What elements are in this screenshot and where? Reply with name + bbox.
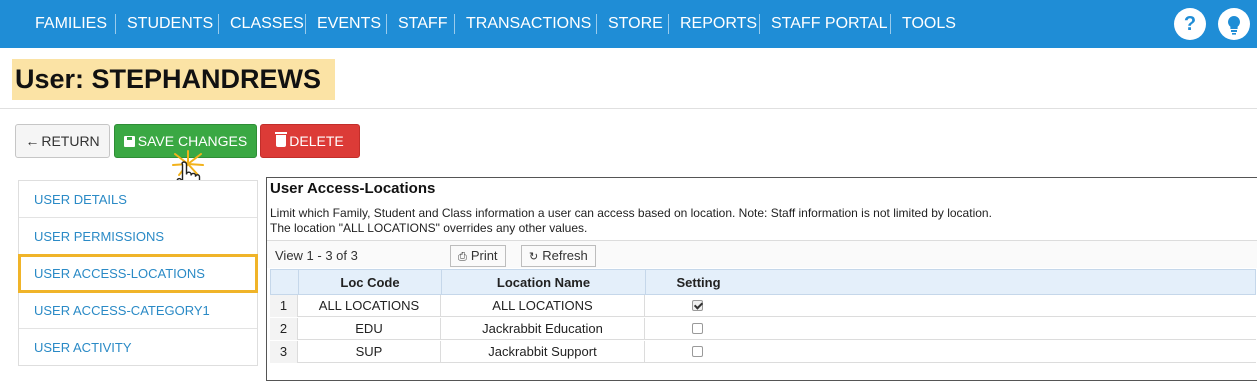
sidebar-item-user-details[interactable]: USER DETAILS (19, 181, 257, 218)
loc-code-cell: ALL LOCATIONS (298, 295, 441, 317)
row-number: 3 (270, 341, 298, 363)
setting-cell (645, 341, 750, 363)
setting-checkbox[interactable] (692, 300, 703, 311)
return-button-label: RETURN (41, 133, 100, 149)
nav-classes[interactable]: CLASSES (230, 14, 304, 34)
panel-description: Limit which Family, Student and Class in… (270, 206, 992, 236)
sidebar-item-user-access-category1[interactable]: USER ACCESS-CATEGORY1 (19, 292, 257, 329)
location-name-cell: Jackrabbit Education (441, 318, 645, 340)
grid-header-rownum (271, 270, 299, 295)
delete-button-label: DELETE (289, 133, 344, 149)
sidebar-item-user-permissions[interactable]: USER PERMISSIONS (19, 218, 257, 255)
location-name-cell: ALL LOCATIONS (441, 295, 645, 317)
nav-separator (890, 14, 891, 34)
nav-separator (218, 14, 219, 34)
nav-separator (668, 14, 669, 34)
refresh-button[interactable]: ↻ Refresh (521, 245, 596, 267)
header-divider (0, 108, 1257, 109)
view-count: View 1 - 3 of 3 (275, 248, 358, 263)
save-icon (123, 136, 135, 147)
setting-cell (645, 318, 750, 340)
arrow-left-icon: ← (25, 133, 40, 149)
nav-store[interactable]: STORE (608, 14, 663, 34)
grid-header-loc-code[interactable]: Loc Code (299, 270, 442, 295)
grid-header-setting[interactable]: Setting (646, 270, 751, 295)
nav-separator (596, 14, 597, 34)
table-row: 2 EDU Jackrabbit Education (270, 318, 1256, 340)
top-navigation-bar: FAMILIES STUDENTS CLASSES EVENTS STAFF T… (0, 0, 1257, 48)
print-icon: ⎙ (458, 251, 467, 263)
loc-code-cell: EDU (298, 318, 441, 340)
nav-reports[interactable]: REPORTS (680, 14, 757, 34)
grid-header-row: Loc Code Location Name Setting (270, 269, 1256, 295)
table-row: 3 SUP Jackrabbit Support (270, 341, 1256, 363)
nav-families[interactable]: FAMILIES (35, 14, 107, 34)
user-access-locations-panel: User Access-Locations Limit which Family… (266, 177, 1257, 381)
lightbulb-icon-glyph (1228, 16, 1240, 35)
panel-description-line1: Limit which Family, Student and Class in… (270, 206, 992, 220)
return-button[interactable]: ← RETURN (15, 124, 110, 158)
nav-tools[interactable]: TOOLS (902, 14, 956, 34)
print-button[interactable]: ⎙ Print (450, 245, 506, 267)
grid-header-location-name[interactable]: Location Name (442, 270, 646, 295)
print-button-label: Print (470, 248, 498, 263)
loc-code-cell: SUP (298, 341, 441, 363)
table-row: 1 ALL LOCATIONS ALL LOCATIONS (270, 295, 1256, 317)
location-name-cell: Jackrabbit Support (441, 341, 645, 363)
row-number: 1 (270, 295, 298, 317)
nav-events[interactable]: EVENTS (317, 14, 381, 34)
trash-icon (275, 132, 288, 147)
page-title: User: STEPHANDREWS (15, 64, 322, 94)
setting-cell (645, 295, 750, 317)
nav-staff[interactable]: STAFF (398, 14, 447, 34)
nav-students[interactable]: STUDENTS (127, 14, 213, 34)
save-button-label: SAVE CHANGES (137, 133, 248, 149)
nav-staff-portal[interactable]: STAFF PORTAL (771, 14, 887, 34)
setting-checkbox[interactable] (692, 346, 703, 357)
nav-transactions[interactable]: TRANSACTIONS (466, 14, 591, 34)
nav-separator (386, 14, 387, 34)
nav-separator (115, 14, 116, 34)
grid-toolbar: View 1 - 3 of 3 ⎙ Print ↻ Refresh (267, 240, 1257, 268)
sidebar-item-user-access-locations[interactable]: USER ACCESS-LOCATIONS (18, 254, 258, 293)
nav-separator (454, 14, 455, 34)
refresh-button-label: Refresh (542, 248, 588, 263)
panel-description-line2: The location "ALL LOCATIONS" overrides a… (270, 221, 588, 235)
user-side-menu: USER DETAILS USER PERMISSIONS USER ACCES… (18, 180, 258, 366)
row-number: 2 (270, 318, 298, 340)
setting-checkbox[interactable] (692, 323, 703, 334)
nav-separator (305, 14, 306, 34)
page-title-highlight: User: STEPHANDREWS (12, 59, 335, 100)
delete-button[interactable]: DELETE (260, 124, 360, 158)
panel-title: User Access-Locations (270, 180, 436, 197)
help-icon[interactable]: ? (1174, 8, 1206, 40)
nav-separator (759, 14, 760, 34)
lightbulb-icon[interactable] (1218, 8, 1250, 40)
refresh-icon: ↻ (529, 251, 539, 263)
sidebar-item-user-activity[interactable]: USER ACTIVITY (19, 329, 257, 366)
